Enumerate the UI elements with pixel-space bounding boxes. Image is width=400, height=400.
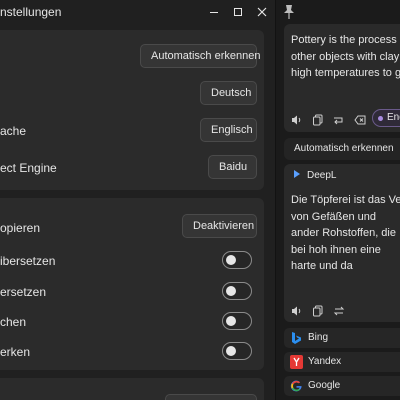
toggle-knob <box>226 316 236 326</box>
toggle-switch-1[interactable] <box>222 251 252 269</box>
close-icon <box>257 7 267 17</box>
minimize-button[interactable] <box>205 3 223 21</box>
engine-name-google: Google <box>308 380 341 391</box>
maximize-icon <box>234 8 242 16</box>
close-button[interactable] <box>253 3 271 21</box>
swap-button[interactable] <box>333 304 345 316</box>
swap-icon <box>333 306 345 316</box>
minimize-icon <box>210 12 218 13</box>
speak-result-button[interactable] <box>291 304 303 316</box>
toggle-label-2: ersetzen <box>0 285 47 299</box>
next-card-button[interactable] <box>165 394 257 400</box>
language-selector[interactable]: Automatisch erkennen <box>284 138 400 160</box>
engine-name-yandex: Yandex <box>308 356 342 367</box>
source-language-label: Automatisch erkennen <box>294 143 394 154</box>
speaker-icon <box>292 306 301 316</box>
toggle-knob <box>226 286 236 296</box>
toggle-knob <box>226 255 236 265</box>
speaker-icon <box>292 115 301 125</box>
bing-icon <box>292 332 301 344</box>
detect-engine-button[interactable]: Baidu <box>208 155 257 179</box>
second-language-button[interactable]: Englisch <box>200 118 257 142</box>
google-icon <box>290 380 302 392</box>
detect-engine-label: ect Engine <box>0 161 57 175</box>
yandex-icon <box>290 355 303 369</box>
linebreak-icon <box>334 117 343 125</box>
auto-copy-button[interactable]: Deaktivieren <box>182 214 257 238</box>
source-text[interactable]: Pottery is the process a other objects w… <box>291 32 400 82</box>
toggle-label-4: erken <box>0 345 31 359</box>
detected-language-chip: Engli <box>372 109 400 127</box>
maximize-button[interactable] <box>229 3 247 21</box>
engine-row-bing[interactable]: Bing <box>284 328 400 348</box>
deepl-icon <box>294 170 300 178</box>
detected-language-label: Engli <box>387 112 400 123</box>
translation-text: Die Töpferei ist das Ver von Gefäßen und… <box>291 194 400 272</box>
toggle-label-3: chen <box>0 315 27 329</box>
result-engine-header[interactable]: DeepL <box>292 169 336 181</box>
settings-window: nstellungen Automatisch erkennen Deutsch… <box>0 0 276 400</box>
language-settings-card: Automatisch erkennen Deutsch ache Englis… <box>0 30 264 190</box>
engine-name-bing: Bing <box>308 332 329 343</box>
copy-icon <box>313 114 323 126</box>
options-card: opieren Deaktivieren ibersetzen ersetzen… <box>0 198 264 370</box>
settings-titlebar[interactable]: nstellungen <box>0 0 276 24</box>
auto-copy-label: opieren <box>0 221 41 235</box>
copy-button[interactable] <box>312 113 324 126</box>
translator-window: Pottery is the process a other objects w… <box>280 0 400 400</box>
clear-button[interactable] <box>354 113 366 125</box>
pin-icon <box>284 5 294 19</box>
toggle-label-1: ibersetzen <box>0 254 56 268</box>
language-dot <box>378 116 383 121</box>
pin-button[interactable] <box>282 4 296 20</box>
second-language-label: ache <box>0 124 27 138</box>
copy-icon <box>313 305 323 317</box>
toggle-switch-4[interactable] <box>222 342 252 360</box>
source-text-panel[interactable]: Pottery is the process a other objects w… <box>284 24 400 132</box>
window-title: nstellungen <box>0 5 62 19</box>
copy-result-button[interactable] <box>312 304 324 317</box>
translation-result-panel: DeepL Die Töpferei ist das Ver von Gefäß… <box>284 164 400 322</box>
toggle-switch-2[interactable] <box>222 282 252 300</box>
engine-row-google[interactable]: Google <box>284 376 400 396</box>
next-settings-card <box>0 378 264 400</box>
source-language-button[interactable]: Automatisch erkennen <box>140 44 260 68</box>
engine-row-yandex[interactable]: Yandex <box>284 352 400 372</box>
speak-button[interactable] <box>291 113 303 125</box>
target-language-button[interactable]: Deutsch <box>200 81 257 105</box>
toggle-knob <box>226 346 236 356</box>
result-engine-name: DeepL <box>307 170 337 181</box>
delete-newline-button[interactable] <box>333 113 345 125</box>
toggle-switch-3[interactable] <box>222 312 252 330</box>
backspace-icon <box>354 115 366 125</box>
